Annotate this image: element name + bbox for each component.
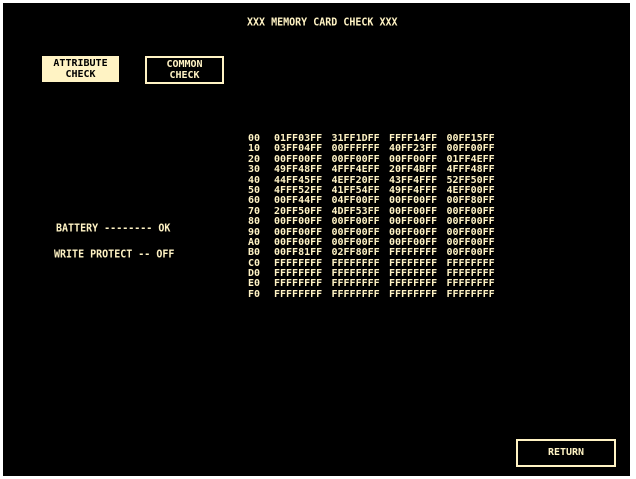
return-button[interactable]: RETURN — [516, 439, 616, 467]
memory-value: 4FFF48FF — [446, 164, 495, 176]
memory-value: FFFFFFFF — [331, 288, 380, 300]
attribute-check-button[interactable]: ATTRIBUTE CHECK — [42, 56, 119, 82]
memory-value: 20FF4BFF — [389, 164, 438, 176]
memory-row: 30 49FF48FF 4FFF4EFF 20FF4BFF 4FFF48FF — [248, 164, 504, 176]
memory-address: 80 — [248, 216, 261, 228]
common-check-button[interactable]: COMMON CHECK — [145, 56, 224, 84]
write-protect-status: WRITE PROTECT -- OFF — [54, 248, 175, 261]
memory-row: F0 FFFFFFFF FFFFFFFF FFFFFFFF FFFFFFFF — [248, 288, 504, 300]
memory-value: 00FF00FF — [274, 216, 323, 228]
memory-address: F0 — [248, 288, 261, 300]
memory-value: FFFFFFFF — [389, 288, 438, 300]
memory-dump-table: 00 01FF03FF 31FF1DFF FFFF14FF 00FF15FF 10 03FF… — [248, 133, 504, 300]
memory-value: 00FF00FF — [446, 216, 495, 228]
memory-value: 00FF00FF — [331, 216, 380, 228]
memory-row: 80 00FF00FF 00FF00FF 00FF00FF 00FF00FF — [248, 216, 504, 228]
battery-status: BATTERY -------- OK — [56, 222, 171, 235]
memory-value: 00FF00FF — [389, 216, 438, 228]
memory-value: 4FFF4EFF — [331, 164, 380, 176]
memory-value: FFFFFFFF — [446, 288, 495, 300]
memory-value: 49FF48FF — [274, 164, 323, 176]
memory-card-check-screen: XXX MEMORY CARD CHECK XXX ATTRIBUTE CHEC… — [3, 3, 630, 476]
memory-address: 30 — [248, 164, 261, 176]
page-title: XXX MEMORY CARD CHECK XXX — [247, 16, 398, 29]
memory-value: FFFFFFFF — [274, 288, 323, 300]
